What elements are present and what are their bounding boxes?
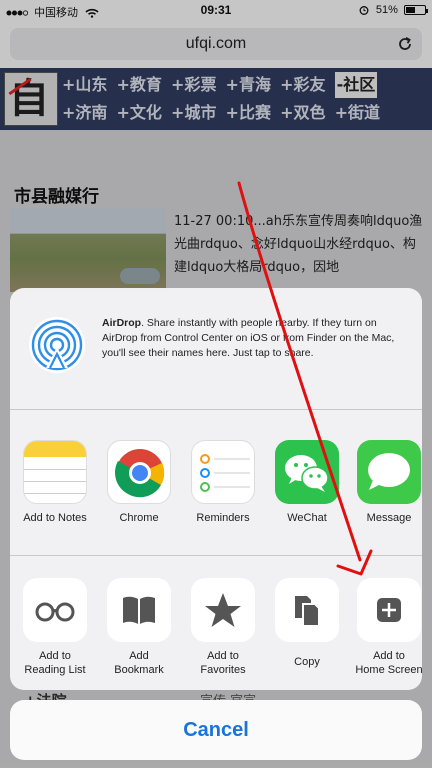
airdrop-row[interactable]: AirDrop. Share instantly with people nea… xyxy=(10,288,422,410)
share-app-chrome[interactable]: Chrome xyxy=(98,440,180,525)
action-add-bookmark[interactable]: Add Bookmark xyxy=(98,578,180,677)
action-label-line1: Copy xyxy=(294,656,320,668)
action-label-line2: Reading List xyxy=(24,664,86,676)
airdrop-title: AirDrop xyxy=(102,317,142,329)
airdrop-description: AirDrop. Share instantly with people nea… xyxy=(102,316,402,361)
action-add-favorites[interactable]: Add to Favorites xyxy=(182,578,264,677)
book-icon xyxy=(107,578,171,642)
share-app-label: Reminders xyxy=(196,512,250,524)
action-label-line2: Bookmark xyxy=(114,664,164,676)
share-app-label: Chrome xyxy=(119,512,159,524)
action-label-line1: Add xyxy=(129,650,149,662)
action-label-line1: Add to xyxy=(39,650,71,662)
star-icon xyxy=(191,578,255,642)
chrome-icon xyxy=(107,440,171,504)
share-app-wechat[interactable]: WeChat xyxy=(266,440,348,525)
copy-icon xyxy=(275,578,339,642)
action-label-line1: Add to xyxy=(373,650,405,662)
add-square-icon xyxy=(357,578,421,642)
action-label-line1: Add to xyxy=(207,650,239,662)
share-app-label: Add to Notes xyxy=(23,512,87,524)
share-app-reminders[interactable]: Reminders xyxy=(182,440,264,525)
wechat-icon xyxy=(275,440,339,504)
share-app-message[interactable]: Message xyxy=(348,440,422,525)
share-app-notes[interactable]: Add to Notes xyxy=(14,440,96,525)
action-add-home-screen[interactable]: Add to Home Screen xyxy=(348,578,422,677)
share-app-label: Message xyxy=(366,512,412,524)
cancel-button[interactable]: Cancel xyxy=(10,700,422,760)
action-copy[interactable]: Copy xyxy=(266,578,348,669)
action-label-line2: Home Screen xyxy=(355,664,422,676)
share-sheet: AirDrop. Share instantly with people nea… xyxy=(10,288,422,690)
share-actions-row: Add to Reading List Add Bookmark Add to … xyxy=(10,556,422,690)
glasses-icon xyxy=(23,578,87,642)
reminders-icon xyxy=(191,440,255,504)
airdrop-body: . Share instantly with people nearby. If… xyxy=(102,317,395,359)
share-apps-row: Add to Notes Chrome Reminders WeChat Mes… xyxy=(10,410,422,556)
airdrop-icon xyxy=(29,317,85,373)
action-add-reading-list[interactable]: Add to Reading List xyxy=(14,578,96,677)
share-app-label: WeChat xyxy=(287,512,327,524)
notes-icon xyxy=(23,440,87,504)
action-label-line2: Favorites xyxy=(200,664,246,676)
message-icon xyxy=(357,440,421,504)
